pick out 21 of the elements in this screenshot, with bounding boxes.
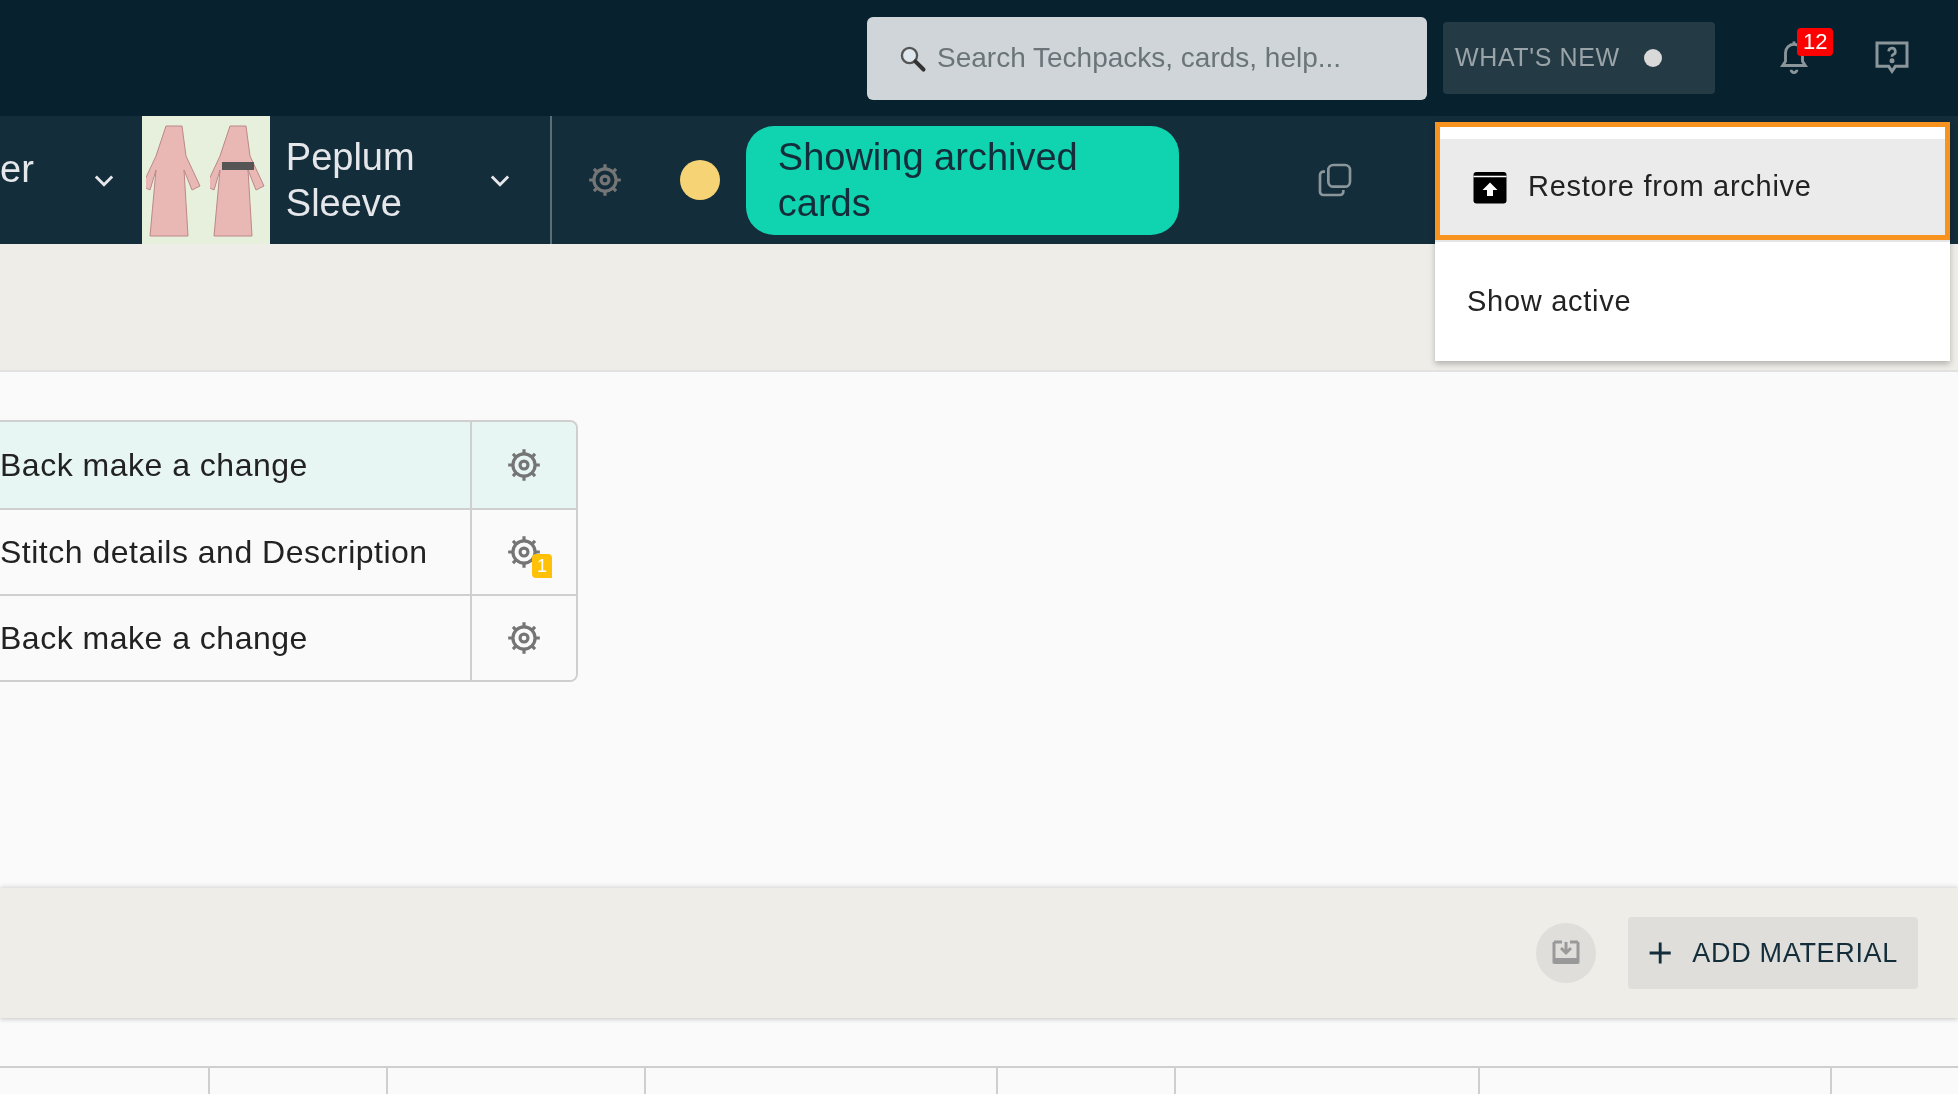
card-row[interactable]: Back make a change (0, 422, 576, 508)
whats-new-button[interactable]: WHAT'S NEW (1443, 22, 1715, 94)
add-material-button[interactable]: ADD MATERIAL (1628, 917, 1918, 989)
comment-count-badge: 1 (532, 554, 552, 578)
card-title: Stitch details and Description (0, 533, 429, 572)
gear-icon[interactable] (505, 446, 543, 484)
card-title: Back make a change (0, 446, 309, 485)
archived-status-pill: Showing archived cards (745, 125, 1179, 235)
download-tray-icon (1552, 940, 1580, 966)
menu-item[interactable]: Show active (1435, 240, 1950, 361)
card-title: Back make a change (0, 619, 309, 658)
search-icon (899, 44, 927, 73)
gear-icon[interactable] (505, 619, 543, 657)
previous-item-title: er (0, 146, 34, 192)
menu-item[interactable]: Restore from archive (1435, 122, 1950, 240)
notification-count-badge: 12 (1797, 28, 1834, 56)
card-row[interactable]: Back make a change (0, 594, 576, 680)
archive-upload-icon (1472, 169, 1508, 205)
product-name: Peplum Sleeve (285, 135, 416, 226)
search-field[interactable]: Search Techpacks, cards, help... (867, 16, 1427, 100)
card-row[interactable]: Stitch details and Description 1 (0, 508, 576, 594)
